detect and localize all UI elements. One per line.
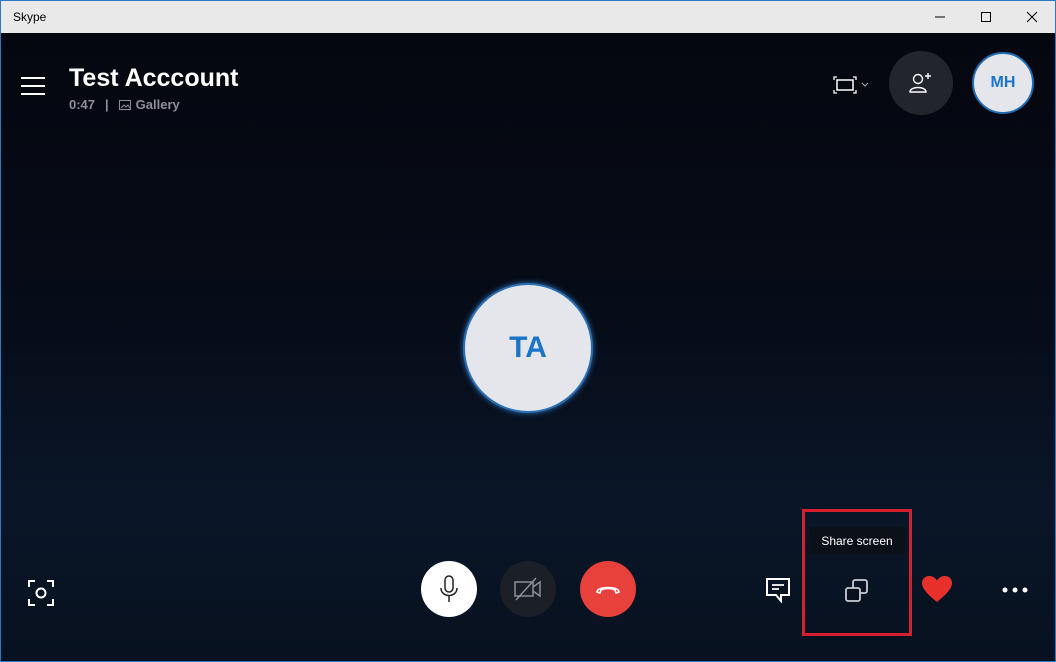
participant-avatar: TA (463, 283, 593, 413)
video-button[interactable] (500, 561, 556, 617)
title-bar: Skype (1, 1, 1055, 33)
call-stage: Test Acccount 0:47 | Gallery MH TA Share… (1, 33, 1055, 661)
add-participant-button[interactable] (889, 51, 953, 115)
fullscreen-frame-icon (833, 76, 857, 94)
gallery-icon (118, 99, 131, 110)
call-title: Test Acccount (69, 64, 239, 92)
heart-icon (922, 576, 952, 602)
maximize-button[interactable] (963, 1, 1009, 33)
minimize-icon (935, 16, 945, 18)
react-button[interactable] (919, 571, 955, 607)
hangup-icon (596, 586, 620, 595)
microphone-icon (440, 575, 458, 602)
view-mode-button[interactable]: Gallery (118, 97, 180, 112)
hamburger-icon (21, 77, 45, 79)
share-screen-tooltip: Share screen (809, 527, 905, 554)
call-duration: 0:47 (69, 97, 96, 112)
layout-button[interactable] (833, 71, 877, 99)
add-person-icon (909, 73, 931, 93)
call-status: 0:47 | Gallery (69, 97, 180, 112)
more-button[interactable] (997, 573, 1033, 607)
snapshot-button[interactable] (23, 575, 59, 611)
chevron-down-icon (861, 82, 869, 87)
video-off-icon (514, 577, 541, 601)
chat-icon (766, 578, 790, 603)
maximize-icon (981, 12, 991, 22)
chat-button[interactable] (761, 573, 795, 607)
skype-window: Skype Test Acccount 0:47 | Gallery MH TA… (0, 0, 1056, 662)
view-mode-label: Gallery (135, 97, 180, 112)
minimize-button[interactable] (917, 1, 963, 33)
self-avatar[interactable]: MH (972, 52, 1034, 114)
hangup-button[interactable] (580, 561, 636, 617)
menu-button[interactable] (21, 77, 45, 95)
window-title: Skype (13, 10, 47, 24)
close-button[interactable] (1009, 1, 1055, 33)
share-screen-icon (845, 579, 868, 602)
separator: | (105, 97, 109, 112)
share-screen-button[interactable] (839, 573, 875, 609)
mute-button[interactable] (421, 561, 477, 617)
camera-snapshot-icon (28, 580, 54, 606)
more-icon (1002, 587, 1028, 593)
close-icon (1026, 11, 1038, 23)
